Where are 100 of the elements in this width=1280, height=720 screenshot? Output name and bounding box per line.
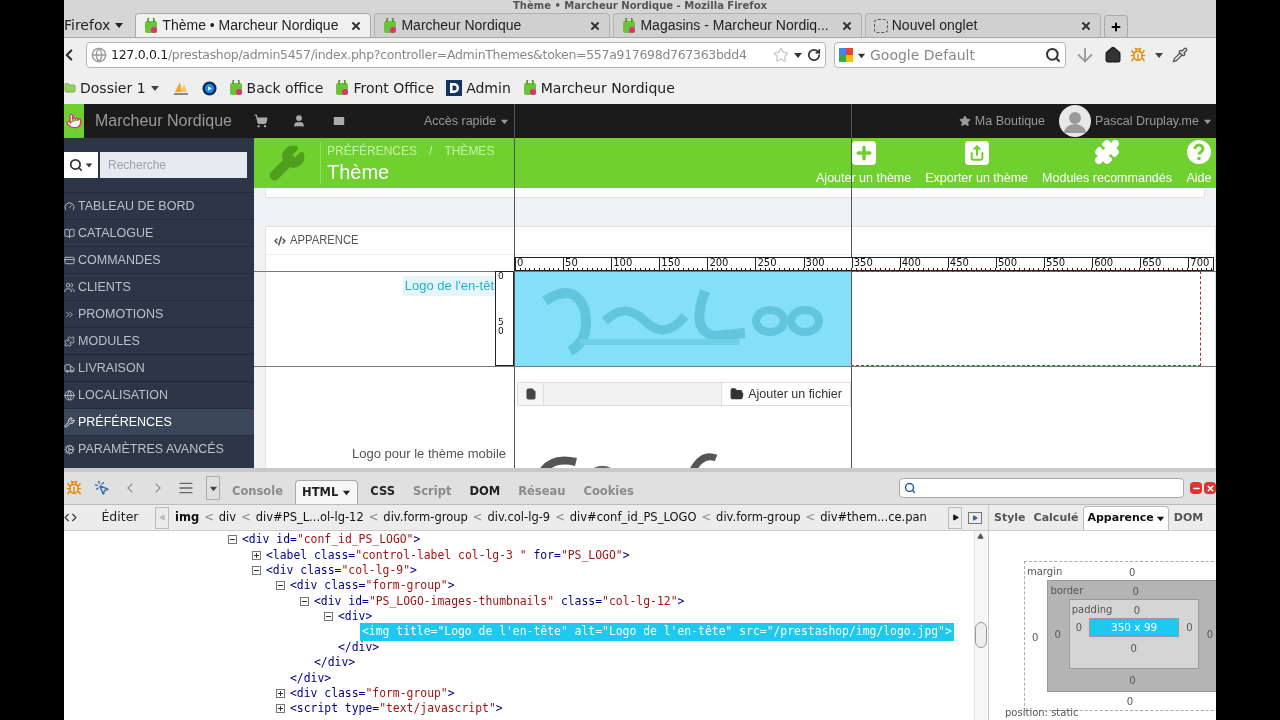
caret-icon bbox=[85, 161, 93, 169]
ruler-mark: 600 bbox=[1092, 258, 1141, 268]
content-box: 350 x 99 bbox=[1089, 618, 1180, 637]
browser-tab[interactable]: Magasins - Marcheur Nordiq... bbox=[613, 13, 862, 37]
play-circle-icon bbox=[201, 80, 217, 96]
box-value: 0 bbox=[1131, 586, 1140, 597]
close-icon[interactable] bbox=[350, 19, 363, 32]
scrollbar-thumb[interactable] bbox=[974, 622, 987, 648]
breadcrumb-separator: < bbox=[204, 508, 214, 526]
collapse-toggle[interactable] bbox=[300, 596, 309, 606]
code-line[interactable]: <div id="PS_LOGO-images-thumbnails" class="col-lg-12"> bbox=[312, 592, 687, 610]
menu-icon[interactable] bbox=[178, 480, 194, 496]
scrollbar[interactable] bbox=[973, 531, 987, 720]
close-icon[interactable] bbox=[589, 19, 602, 32]
bookmark[interactable] bbox=[201, 80, 217, 96]
code-line[interactable]: </div> bbox=[312, 654, 358, 672]
code-line[interactable]: </div> bbox=[336, 638, 382, 656]
collapse-toggle[interactable] bbox=[252, 565, 261, 575]
devtools-tab[interactable]: DOM bbox=[463, 480, 507, 504]
bookmark[interactable]: Dossier 1 bbox=[64, 77, 160, 99]
bag-icon bbox=[228, 80, 243, 96]
new-tab-button[interactable] bbox=[1103, 15, 1128, 37]
folder-icon bbox=[64, 80, 76, 96]
code-line[interactable]: <div> bbox=[336, 608, 375, 626]
close-icon[interactable] bbox=[1079, 19, 1092, 32]
collapse-toggle[interactable] bbox=[324, 612, 333, 622]
panel-toggle-button[interactable] bbox=[968, 511, 982, 524]
search-icon[interactable] bbox=[1045, 47, 1061, 63]
code-line[interactable]: <div class="form-group"> bbox=[288, 685, 457, 703]
side-panel-tab[interactable]: Calculé bbox=[1030, 506, 1082, 530]
bookmark[interactable]: Front Office bbox=[335, 77, 435, 99]
shop-link[interactable]: Ma Boutique bbox=[958, 111, 1045, 131]
breadcrumb-separator: < bbox=[241, 508, 251, 526]
box-value: 0 bbox=[1125, 695, 1135, 709]
pipette-icon[interactable] bbox=[1172, 47, 1188, 63]
edit-button[interactable]: Éditer bbox=[91, 508, 149, 527]
cart-icon[interactable] bbox=[253, 114, 268, 128]
breadcrumb-item[interactable]: div#PS_L...ol-lg-12 bbox=[255, 508, 364, 527]
breadcrumb-item[interactable]: div.form-group bbox=[383, 508, 468, 527]
shop-logo[interactable] bbox=[64, 104, 84, 138]
search-field[interactable]: Recherche bbox=[100, 152, 247, 178]
side-panel-tab[interactable]: DOM bbox=[1170, 506, 1207, 530]
browser-tab[interactable]: Marcheur Nordique bbox=[374, 13, 611, 37]
code-line[interactable]: <div class="form-group"> bbox=[288, 577, 457, 595]
close-icon[interactable] bbox=[840, 19, 853, 32]
code-line[interactable]: <div class="col-lg-9"> bbox=[264, 561, 419, 580]
expand-toggle[interactable] bbox=[252, 550, 261, 560]
browser-tab[interactable]: Thème • Marcheur Nordique bbox=[135, 13, 372, 37]
quick-access-menu[interactable]: Accès rapide bbox=[423, 111, 510, 131]
app-menu-button[interactable]: Firefox bbox=[64, 13, 133, 37]
breadcrumb-item[interactable]: div.form-group bbox=[716, 508, 801, 527]
search-scope-button[interactable] bbox=[64, 152, 98, 178]
ruler-mark: 650 bbox=[1140, 258, 1189, 268]
sidebar-item[interactable]: PRÉFÉRENCES bbox=[64, 408, 254, 435]
side-panel-tab[interactable]: Style bbox=[991, 506, 1029, 530]
star-icon[interactable] bbox=[773, 47, 789, 63]
code-icon[interactable] bbox=[64, 511, 77, 524]
code-line[interactable]: </div> bbox=[288, 669, 334, 687]
reload-icon[interactable] bbox=[807, 48, 821, 62]
sidebar-item[interactable]: MODULES bbox=[64, 327, 254, 354]
breadcrumb-item[interactable]: div#them...ce.pan bbox=[820, 508, 927, 527]
bag-icon bbox=[144, 17, 159, 34]
dropdown-button[interactable] bbox=[206, 476, 220, 500]
breadcrumb-item[interactable]: div#conf_id_PS_LOGO bbox=[569, 508, 697, 527]
bookmark[interactable]: Back office bbox=[228, 77, 324, 99]
file-input[interactable]: Ajouter un fichier bbox=[517, 382, 851, 406]
home-icon[interactable] bbox=[1104, 46, 1122, 64]
expand-toggle[interactable] bbox=[276, 704, 285, 714]
page-title: Thème bbox=[327, 160, 391, 184]
collapse-toggle[interactable] bbox=[228, 535, 237, 545]
search-field[interactable]: Google Default bbox=[834, 42, 1066, 68]
side-panel-tab[interactable]: Apparence bbox=[1083, 506, 1169, 530]
browser-tab[interactable]: Nouvel onglet bbox=[864, 13, 1101, 37]
breadcrumb-item[interactable]: div.col-lg-9 bbox=[487, 508, 551, 527]
expand-toggle[interactable] bbox=[276, 689, 285, 699]
shop-name[interactable]: Marcheur Nordique bbox=[95, 109, 232, 133]
ruler-mark: 450 bbox=[947, 258, 996, 268]
collapse-toggle[interactable] bbox=[276, 581, 285, 591]
bookmark[interactable]: Marcheur Nordique bbox=[522, 77, 675, 99]
breadcrumb-item[interactable]: img bbox=[175, 508, 200, 527]
bag-icon bbox=[383, 17, 398, 34]
url-field[interactable]: 127.0.0.1/prestashop/admin5457/index.php?controller=AdminThemes&token=557a917698d767363bdd4 bbox=[86, 42, 826, 68]
devtools-tab[interactable]: CSS bbox=[364, 480, 401, 504]
code-line[interactable]: <label class="control-label col-lg-3 " for="PS_LOGO"> bbox=[264, 546, 632, 564]
user-menu[interactable]: Pascal Druplay.me bbox=[1059, 105, 1212, 137]
ruler-mark: 250 bbox=[755, 258, 804, 268]
box-value: 0 bbox=[1053, 627, 1062, 642]
bookmark[interactable]: Admin bbox=[446, 77, 511, 99]
code-line[interactable]: <script type="text/javascript"> bbox=[288, 700, 505, 718]
inspect-icon[interactable] bbox=[94, 480, 110, 496]
breadcrumb-item[interactable]: div bbox=[218, 508, 237, 527]
border-box: border 0 0 padding 0 0 350 x 99 0 0 0 0 bbox=[1047, 580, 1216, 692]
scroll-right-button[interactable] bbox=[948, 506, 962, 529]
minimize-icon[interactable] bbox=[1190, 482, 1202, 494]
devtools-search-field[interactable] bbox=[899, 478, 1184, 498]
tab-title: Nouvel onglet bbox=[891, 16, 979, 35]
devtools-tab[interactable]: HTML bbox=[295, 480, 359, 504]
code-line[interactable]: <div id="conf_id_PS_LOGO"> bbox=[240, 531, 423, 549]
user-icon[interactable] bbox=[291, 114, 306, 128]
mail-icon[interactable] bbox=[331, 114, 346, 128]
